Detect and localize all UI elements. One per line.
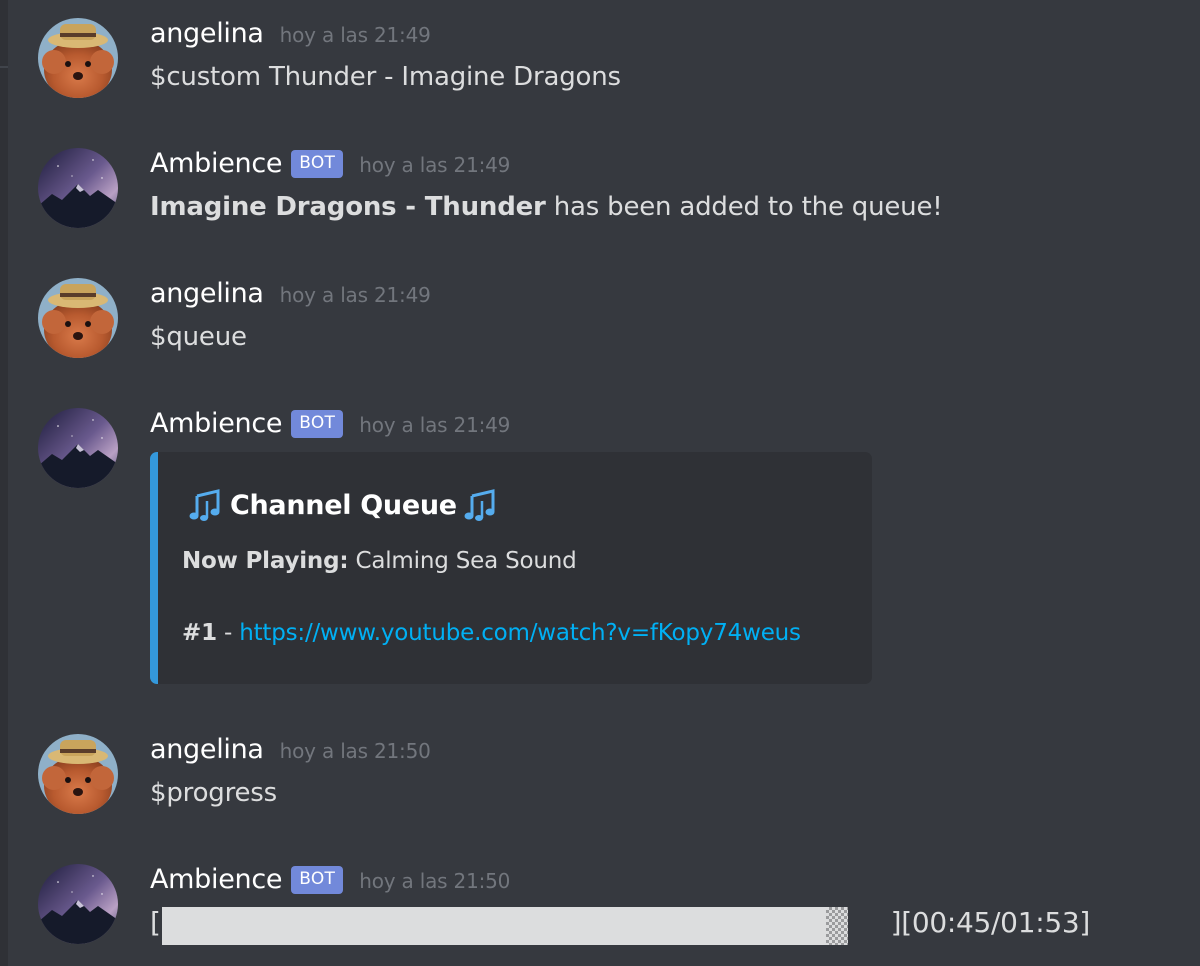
poodle-avatar-icon: [38, 18, 118, 98]
queue-item-separator: -: [216, 620, 240, 646]
progress-bar: [ ][00:45/01:53]: [150, 904, 1090, 948]
progress-time: ][00:45/01:53]: [890, 906, 1091, 939]
timestamp: hoy a las 21:50: [359, 869, 511, 893]
message-header: Ambience BOT hoy a las 21:50: [150, 864, 510, 904]
bot-tag: BOT: [291, 866, 344, 894]
message-text: $progress: [150, 778, 277, 808]
username[interactable]: angelina: [150, 734, 264, 765]
embed-title: Channel Queue: [182, 488, 505, 522]
username[interactable]: Ambience: [150, 408, 283, 439]
message-text: Imagine Dragons - Thunder has been added…: [150, 192, 943, 222]
poodle-avatar-icon: [38, 734, 118, 814]
avatar[interactable]: [38, 148, 118, 228]
message-header: angelina hoy a las 21:49: [150, 18, 431, 58]
message-text: $queue: [150, 322, 247, 352]
musical-notes-icon: [189, 489, 220, 521]
username[interactable]: Ambience: [150, 148, 283, 179]
avatar[interactable]: [38, 864, 118, 944]
musical-notes-icon: [464, 489, 495, 521]
queue-item-link[interactable]: https://www.youtube.com/watch?v=fKopy74w…: [239, 620, 801, 646]
queue-item: #1 - https://www.youtube.com/watch?v=fKo…: [182, 620, 801, 646]
queue-item-number: #1: [182, 620, 217, 646]
avatar[interactable]: [38, 278, 118, 358]
timestamp: hoy a las 21:49: [359, 413, 511, 437]
queue-embed: Channel Queue Now Playing: Calming Sea S…: [150, 452, 872, 684]
now-playing-value: Calming Sea Sound: [348, 548, 577, 574]
bot-tag: BOT: [291, 150, 344, 178]
left-edge-strip: [0, 0, 8, 966]
bot-tag: BOT: [291, 410, 344, 438]
avatar[interactable]: [38, 734, 118, 814]
message-text: $custom Thunder - Imagine Dragons: [150, 62, 621, 92]
progress-fill: [162, 907, 826, 945]
message-header: angelina hoy a las 21:49: [150, 278, 431, 318]
username[interactable]: angelina: [150, 18, 264, 49]
message-header: Ambience BOT hoy a las 21:49: [150, 148, 510, 188]
poodle-avatar-icon: [38, 278, 118, 358]
progress-bracket-open: [: [150, 906, 161, 939]
avatar[interactable]: [38, 18, 118, 98]
mountain-avatar-icon: [38, 864, 118, 944]
message-suffix: has been added to the queue!: [545, 192, 943, 222]
progress-edge: [826, 907, 848, 945]
now-playing-line: Now Playing: Calming Sea Sound: [182, 548, 577, 574]
timestamp: hoy a las 21:49: [279, 23, 431, 47]
timestamp: hoy a las 21:49: [359, 153, 511, 177]
mountain-avatar-icon: [38, 148, 118, 228]
avatar[interactable]: [38, 408, 118, 488]
username[interactable]: angelina: [150, 278, 264, 309]
embed-accent-bar: [150, 452, 158, 684]
timestamp: hoy a las 21:50: [279, 739, 431, 763]
mountain-avatar-icon: [38, 408, 118, 488]
message-header: Ambience BOT hoy a las 21:49: [150, 408, 510, 448]
timestamp: hoy a las 21:49: [279, 283, 431, 307]
now-playing-label: Now Playing:: [182, 548, 349, 574]
embed-title-text: Channel Queue: [230, 489, 457, 521]
song-title: Imagine Dragons - Thunder: [150, 192, 546, 222]
username[interactable]: Ambience: [150, 864, 283, 895]
message-header: angelina hoy a las 21:50: [150, 734, 431, 774]
divider: [0, 66, 8, 68]
